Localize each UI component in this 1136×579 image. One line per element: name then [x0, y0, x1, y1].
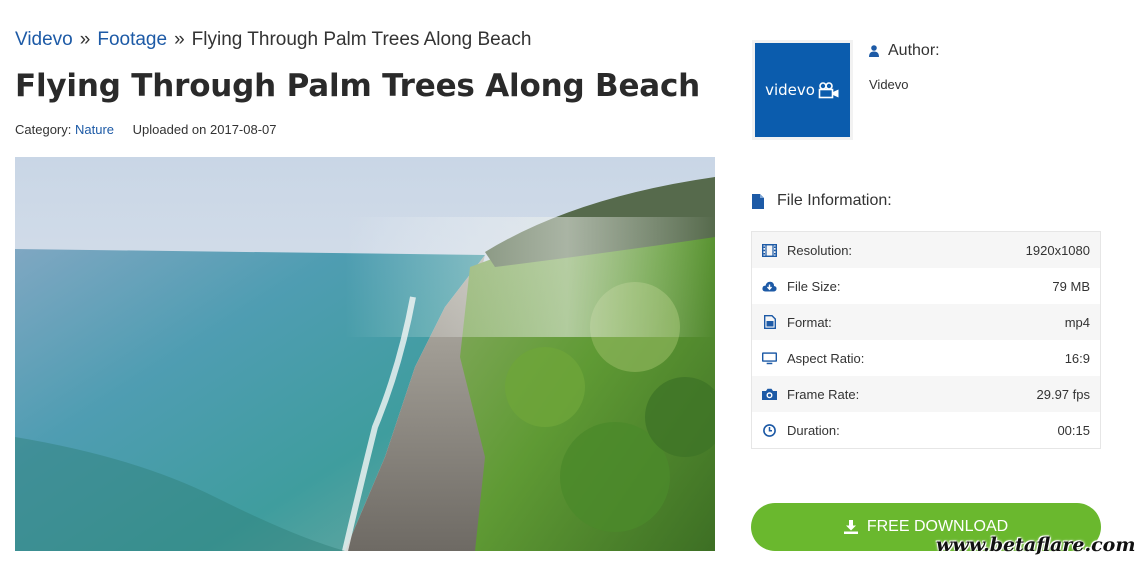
duration-label: Duration: [787, 422, 840, 438]
author-logo[interactable]: videvo [752, 40, 853, 140]
breadcrumb-current: Flying Through Palm Trees Along Beach [191, 29, 532, 50]
film-icon [762, 243, 777, 258]
camera-icon [762, 387, 777, 402]
breadcrumb: Videvo » Footage » Flying Through Palm Trees… [15, 29, 531, 51]
file-info-row-file-size: File Size: 79 MB [752, 268, 1100, 304]
monitor-icon [762, 351, 777, 366]
file-image-icon [762, 315, 777, 330]
clock-icon [762, 423, 777, 438]
file-info-heading: File Information: [752, 192, 892, 210]
format-value: mp4 [1064, 314, 1090, 330]
category-link[interactable]: Nature [75, 122, 114, 137]
breadcrumb-separator: » [174, 29, 185, 50]
duration-value: 00:15 [1057, 422, 1090, 438]
video-camera-icon [818, 81, 839, 98]
file-info-row-frame-rate: Frame Rate: 29.97 fps [752, 376, 1100, 412]
format-label: Format: [787, 314, 832, 330]
frame-rate-label: Frame Rate: [787, 386, 860, 402]
aspect-ratio-label: Aspect Ratio: [787, 350, 865, 366]
file-info-table: Resolution: 1920x1080 File Size: 79 MB F… [751, 231, 1101, 449]
author-heading: Author: [869, 42, 940, 60]
video-thumbnail-image [15, 157, 715, 551]
file-info-row-resolution: Resolution: 1920x1080 [752, 232, 1100, 268]
download-icon [843, 520, 858, 534]
aspect-ratio-value: 16:9 [1064, 350, 1090, 366]
frame-rate-value: 29.97 fps [1036, 386, 1091, 402]
file-size-value: 79 MB [1052, 278, 1090, 294]
category-label: Category: [15, 122, 72, 137]
file-icon [752, 193, 764, 209]
page-title: Flying Through Palm Trees Along Beach [15, 68, 701, 104]
uploaded-label: Uploaded on [132, 122, 207, 137]
cloud-download-icon [762, 279, 777, 294]
file-size-label: File Size: [787, 278, 841, 294]
author-name: Videvo [869, 77, 909, 92]
file-info-heading-label: File Information: [777, 192, 892, 209]
file-info-row-aspect-ratio: Aspect Ratio: 16:9 [752, 340, 1100, 376]
watermark: www.betaflare.com [936, 534, 1136, 556]
file-info-row-format: Format: mp4 [752, 304, 1100, 340]
logo-text: videvo [765, 81, 815, 99]
video-meta: Category: Nature Uploaded on 2017-08-07 [15, 122, 277, 137]
uploaded-date: 2017-08-07 [210, 122, 277, 137]
resolution-value: 1920x1080 [1025, 242, 1090, 258]
file-info-row-duration: Duration: 00:15 [752, 412, 1100, 448]
user-icon [869, 45, 879, 57]
breadcrumb-link-home[interactable]: Videvo [15, 29, 73, 50]
author-heading-label: Author: [888, 42, 940, 59]
video-preview[interactable] [15, 157, 715, 551]
breadcrumb-separator: » [79, 29, 91, 50]
breadcrumb-link-footage[interactable]: Footage [97, 29, 167, 50]
videvo-logo: videvo [765, 81, 840, 99]
resolution-label: Resolution: [787, 242, 853, 258]
